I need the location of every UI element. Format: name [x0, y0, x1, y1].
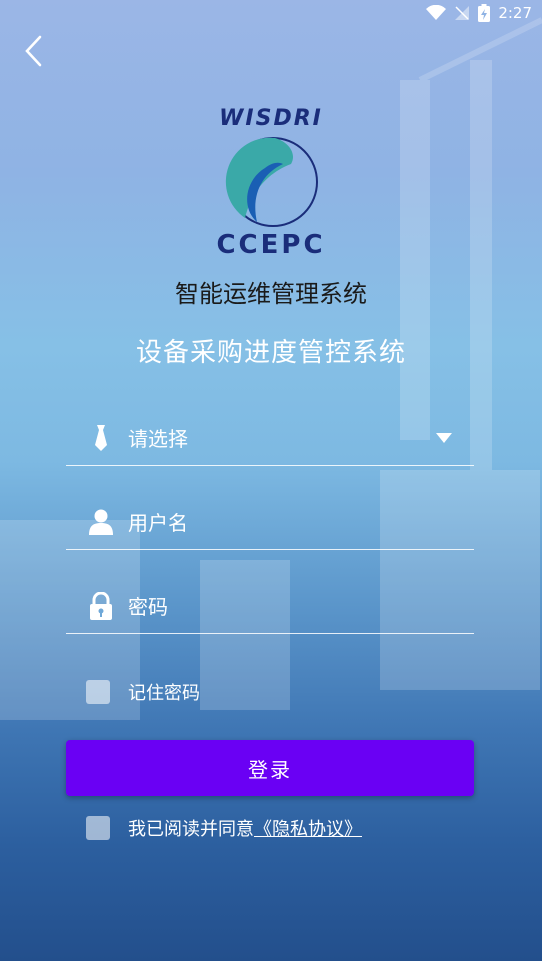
battery-charging-icon	[478, 4, 491, 22]
user-icon	[86, 507, 116, 537]
logo-top-text: WISDRI	[219, 106, 323, 131]
agreement-row[interactable]: 我已阅读并同意 《隐私协议》	[86, 815, 362, 841]
agreement-label: 我已阅读并同意	[128, 819, 254, 840]
status-bar: 2:27	[0, 0, 542, 26]
logo-emblem-icon	[225, 137, 318, 227]
signal-off-icon	[454, 5, 470, 21]
tie-icon	[86, 423, 116, 453]
remember-password-label: 记住密码	[128, 683, 200, 704]
password-placeholder: 密码	[128, 595, 168, 619]
company-logo: WISDRI CCEPC	[0, 106, 542, 261]
password-field[interactable]: 密码	[66, 578, 474, 634]
status-time: 2:27	[498, 4, 532, 22]
sub-title: 设备采购进度管控系统	[135, 338, 406, 368]
logo-bottom-text: CCEPC	[216, 230, 326, 260]
back-button[interactable]	[18, 32, 48, 70]
organization-select[interactable]: 请选择	[66, 410, 474, 466]
lock-icon	[86, 591, 116, 621]
privacy-policy-link[interactable]: 《隐私协议》	[254, 815, 362, 841]
login-button[interactable]: 登录	[66, 740, 474, 796]
dropdown-arrow-icon[interactable]	[432, 426, 456, 450]
select-label: 请选择	[128, 427, 188, 451]
chevron-left-icon	[25, 35, 42, 67]
agreement-checkbox[interactable]	[86, 816, 110, 840]
wifi-icon	[426, 5, 447, 21]
remember-password-checkbox[interactable]	[86, 680, 110, 704]
username-placeholder: 用户名	[128, 511, 188, 535]
remember-password-row[interactable]: 记住密码	[86, 679, 200, 705]
app-title: 智能运维管理系统	[175, 280, 367, 308]
username-field[interactable]: 用户名	[66, 494, 474, 550]
